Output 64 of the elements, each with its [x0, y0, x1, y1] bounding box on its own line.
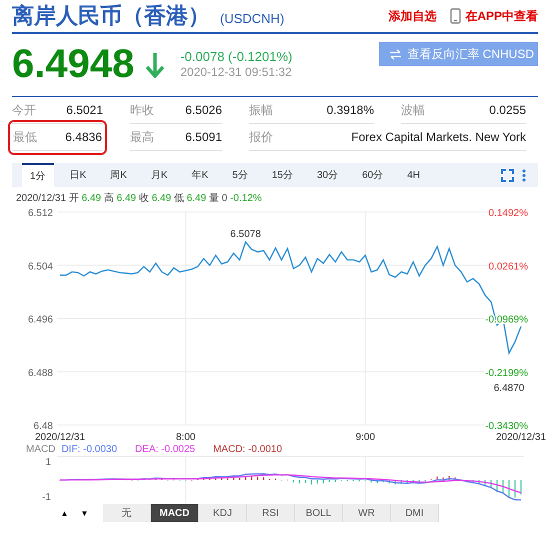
- period-tab[interactable]: 4H: [399, 163, 428, 187]
- stat-value: 6.5026: [185, 103, 222, 117]
- indicator-tab[interactable]: BOLL: [295, 504, 343, 522]
- stat-value: 6.4836: [65, 130, 102, 144]
- x-axis-label: 2020/12/31: [34, 432, 86, 443]
- stat-value: Forex Capital Markets. New York: [351, 130, 526, 144]
- indicator-value: DEA: -0.0025: [135, 444, 196, 456]
- period-tab[interactable]: 30分: [308, 163, 346, 187]
- price-annotation: 6.4870: [494, 383, 524, 394]
- period-tab[interactable]: 60分: [354, 163, 392, 187]
- quote-time: 2020-12-31 09:51:32: [180, 65, 292, 79]
- add-watchlist-link[interactable]: 添加自选: [388, 8, 436, 24]
- y-axis-label: 6.504: [28, 261, 53, 272]
- period-tab[interactable]: 15分: [264, 163, 301, 187]
- symbol-code: (USDCNH): [220, 10, 284, 26]
- percent-axis-label: 0.0261%: [488, 261, 528, 272]
- y-axis-label: 1: [45, 457, 51, 468]
- y-axis-label: -1: [42, 492, 51, 503]
- price-annotation: 6.5078: [230, 228, 261, 240]
- period-tab[interactable]: 周K: [102, 163, 135, 187]
- percent-axis-label: -0.2199%: [485, 368, 528, 379]
- period-tab[interactable]: 年K: [184, 163, 216, 187]
- stat-label: 昨收: [130, 102, 154, 118]
- bar-info: 2020/12/31 开 6.49 高 6.49 收 6.49 低 6.49 量 0 -0.12%: [16, 192, 263, 204]
- indicator-value: DIF: -0.0030: [61, 444, 118, 456]
- indicator-tab[interactable]: DMI: [391, 504, 439, 522]
- percent-axis-label: 0.1492%: [488, 208, 528, 219]
- stat-value: 6.5091: [185, 130, 222, 144]
- indicator-tab[interactable]: KDJ: [199, 504, 247, 522]
- indicator-tab[interactable]: MACD: [151, 504, 199, 522]
- stat-label: 最高: [130, 128, 154, 146]
- fullscreen-icon[interactable]: [501, 168, 514, 182]
- y-axis-label: 6.488: [28, 368, 53, 379]
- period-tab[interactable]: 日K: [62, 163, 94, 187]
- x-axis-label: 2020/12/31: [496, 432, 546, 443]
- indicator-tab[interactable]: WR: [343, 504, 391, 522]
- period-tab[interactable]: 5分: [224, 163, 256, 187]
- current-price: 6.4948: [12, 42, 134, 86]
- phone-icon: [450, 8, 462, 24]
- stat-label: 报价: [249, 128, 273, 146]
- y-axis-label: 6.496: [28, 314, 53, 326]
- page-title: 离岸人民币（香港）: [12, 2, 210, 30]
- x-axis-label: 9:00: [356, 432, 376, 443]
- indicator-value: MACD: -0.0010: [213, 444, 282, 456]
- stat-label: 最低: [13, 128, 37, 146]
- period-tab[interactable]: 月K: [142, 163, 176, 187]
- price-change: -0.0078 (-0.1201%): [180, 49, 292, 64]
- indicator-name: MACD: [26, 444, 56, 456]
- indicator-tab[interactable]: 无: [103, 504, 151, 522]
- stat-label: 今开: [12, 102, 36, 118]
- y-axis-label: 6.48: [34, 421, 53, 432]
- period-tab[interactable]: 1分: [22, 163, 54, 187]
- swap-icon: [389, 48, 402, 60]
- stat-value: 6.5021: [66, 103, 103, 117]
- stat-value: 0.0255: [489, 103, 526, 117]
- more-icon[interactable]: [522, 168, 526, 182]
- percent-axis-label: -0.3430%: [485, 421, 528, 432]
- stat-label: 波幅: [401, 102, 425, 118]
- y-axis-label: 6.512: [28, 208, 53, 219]
- view-in-app-link[interactable]: 在APP中查看: [465, 8, 538, 24]
- indicator-tab[interactable]: RSI: [247, 504, 295, 522]
- x-axis-label: 8:00: [176, 432, 196, 443]
- stat-value: 0.3918%: [326, 103, 374, 117]
- stat-label: 振幅: [249, 102, 273, 118]
